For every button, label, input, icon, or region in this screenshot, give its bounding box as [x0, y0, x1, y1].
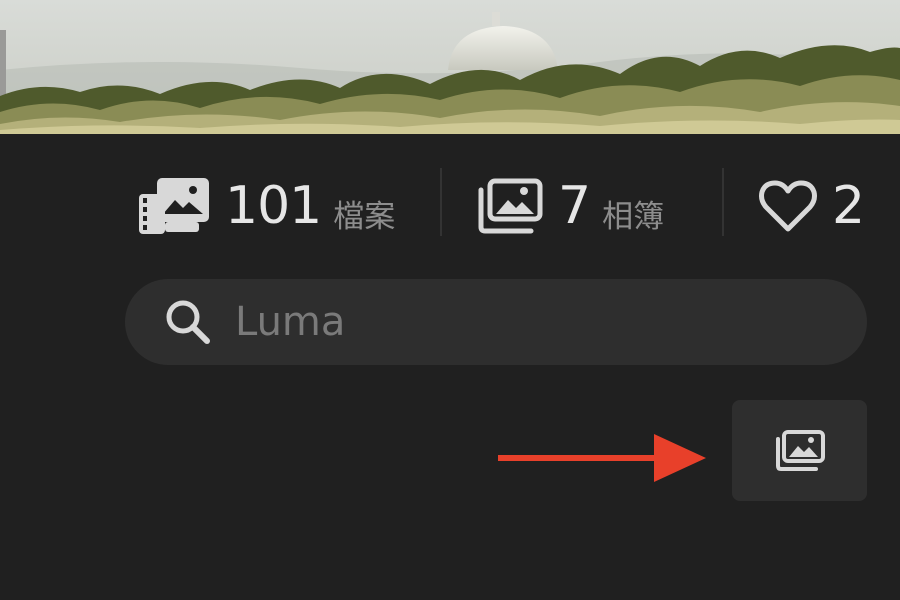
files-label: 檔案 — [333, 198, 396, 235]
albums-stat[interactable]: 7 相簿 — [476, 174, 664, 238]
media-library-icon — [137, 176, 211, 236]
header-banner-photo — [0, 0, 900, 134]
photo-stack-icon — [774, 429, 826, 472]
search-icon — [163, 297, 213, 347]
albums-count: 7 — [558, 176, 591, 236]
favorites-count: 2 — [832, 176, 865, 236]
search-input[interactable] — [233, 298, 837, 346]
files-stat[interactable]: 101 檔案 — [137, 174, 395, 238]
divider — [440, 168, 442, 236]
library-stats-bar: 101 檔案 7 相簿 2 — [0, 134, 900, 274]
arrow-right-icon — [498, 434, 706, 482]
search-bar[interactable] — [125, 279, 867, 365]
files-count: 101 — [225, 176, 322, 236]
photo-stack-icon — [476, 178, 544, 234]
divider — [722, 168, 724, 236]
albums-view-button[interactable] — [732, 400, 867, 501]
albums-label: 相簿 — [602, 198, 665, 235]
favorites-stat[interactable]: 2 — [758, 174, 865, 238]
heart-icon — [758, 179, 818, 233]
